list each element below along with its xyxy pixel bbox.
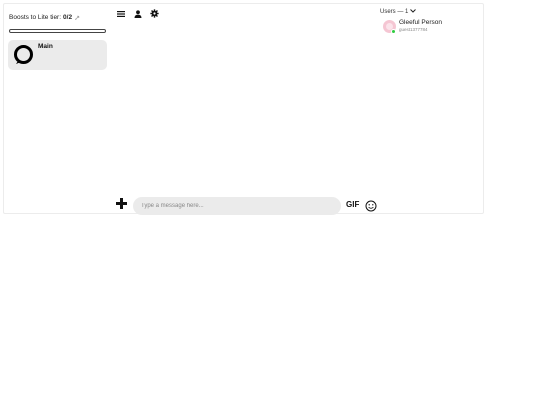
message-input[interactable] <box>133 197 341 215</box>
boosts-status: Boosts to Lite tier: 0/2 <box>9 14 80 21</box>
boosts-count: 0/2 <box>63 14 73 21</box>
boosts-label: Boosts to Lite tier: <box>9 14 62 21</box>
boost-progress-bar <box>9 29 106 33</box>
online-status-icon <box>391 29 396 34</box>
menu-icon[interactable] <box>116 9 125 18</box>
users-dropdown[interactable]: Users — 1 <box>380 9 417 15</box>
gif-button[interactable]: GIF <box>346 200 359 209</box>
user-list-item[interactable]: Gleeful Person guest1377784 <box>383 19 483 37</box>
user-icon[interactable] <box>133 9 142 18</box>
channel-item-main[interactable]: Main <box>8 40 107 70</box>
add-attachment-button[interactable] <box>115 197 128 210</box>
gear-icon[interactable] <box>150 9 159 18</box>
chat-app-window: Boosts to Lite tier: 0/2 Main Users — 1 … <box>3 3 484 215</box>
channel-name: Main <box>38 43 53 50</box>
rocket-icon <box>74 15 80 21</box>
emoji-icon[interactable] <box>365 199 377 212</box>
users-header-label: Users — 1 <box>380 9 409 15</box>
ring-icon <box>13 44 34 65</box>
toolbar <box>116 9 159 18</box>
chevron-down-icon <box>410 9 417 15</box>
user-id: guest1377784 <box>399 27 428 32</box>
user-name: Gleeful Person <box>399 19 442 26</box>
